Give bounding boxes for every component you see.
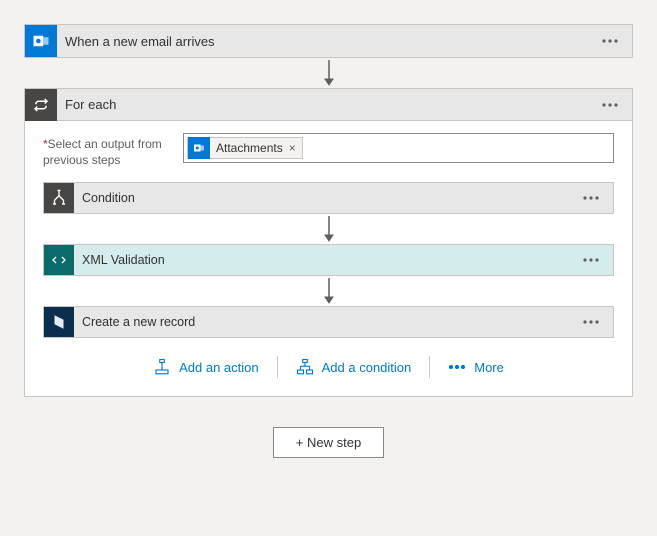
outlook-icon	[25, 25, 57, 57]
attachments-token[interactable]: Attachments ×	[187, 137, 303, 159]
add-action-icon	[153, 358, 171, 376]
output-row: *Select an output from previous steps At…	[43, 133, 614, 168]
outlook-icon	[188, 137, 210, 159]
foreach-header[interactable]: For each	[25, 89, 632, 121]
connector-arrow	[43, 276, 614, 306]
foreach-title: For each	[57, 97, 596, 112]
output-field[interactable]: Attachments ×	[183, 133, 614, 163]
trigger-more-button[interactable]	[596, 27, 624, 55]
add-condition-icon	[296, 358, 314, 376]
new-step-row: + New step	[24, 427, 633, 458]
output-label: *Select an output from previous steps	[43, 133, 173, 168]
xml-validation-title: XML Validation	[74, 253, 577, 267]
condition-header: Condition	[44, 183, 613, 213]
condition-icon	[44, 183, 74, 213]
flow-canvas: When a new email arrives For each *Selec…	[0, 0, 657, 458]
xml-validation-card[interactable]: XML Validation	[43, 244, 614, 276]
more-actions-button[interactable]: More	[430, 354, 522, 381]
trigger-header: When a new email arrives	[25, 25, 632, 57]
condition-card[interactable]: Condition	[43, 182, 614, 214]
create-record-card[interactable]: Create a new record	[43, 306, 614, 338]
xml-icon	[44, 245, 74, 275]
connector-arrow	[24, 58, 633, 88]
create-record-more-button[interactable]	[577, 308, 605, 336]
foreach-card: For each *Select an output from previous…	[24, 88, 633, 397]
xml-validation-more-button[interactable]	[577, 246, 605, 274]
dynamics-icon	[44, 307, 74, 337]
add-condition-button[interactable]: Add a condition	[278, 352, 430, 382]
add-action-button[interactable]: Add an action	[135, 352, 277, 382]
new-step-button[interactable]: + New step	[273, 427, 384, 458]
actions-row: Add an action Add a condition More	[43, 352, 614, 382]
foreach-body: *Select an output from previous steps At…	[25, 121, 632, 396]
token-remove[interactable]: ×	[289, 141, 302, 155]
create-record-title: Create a new record	[74, 315, 577, 329]
condition-more-button[interactable]	[577, 184, 605, 212]
trigger-title: When a new email arrives	[57, 34, 596, 49]
condition-title: Condition	[74, 191, 577, 205]
xml-validation-header: XML Validation	[44, 245, 613, 275]
token-label: Attachments	[210, 141, 289, 155]
more-icon	[448, 365, 466, 369]
trigger-card[interactable]: When a new email arrives	[24, 24, 633, 58]
connector-arrow	[43, 214, 614, 244]
foreach-more-button[interactable]	[596, 91, 624, 119]
foreach-icon	[25, 89, 57, 121]
create-record-header: Create a new record	[44, 307, 613, 337]
